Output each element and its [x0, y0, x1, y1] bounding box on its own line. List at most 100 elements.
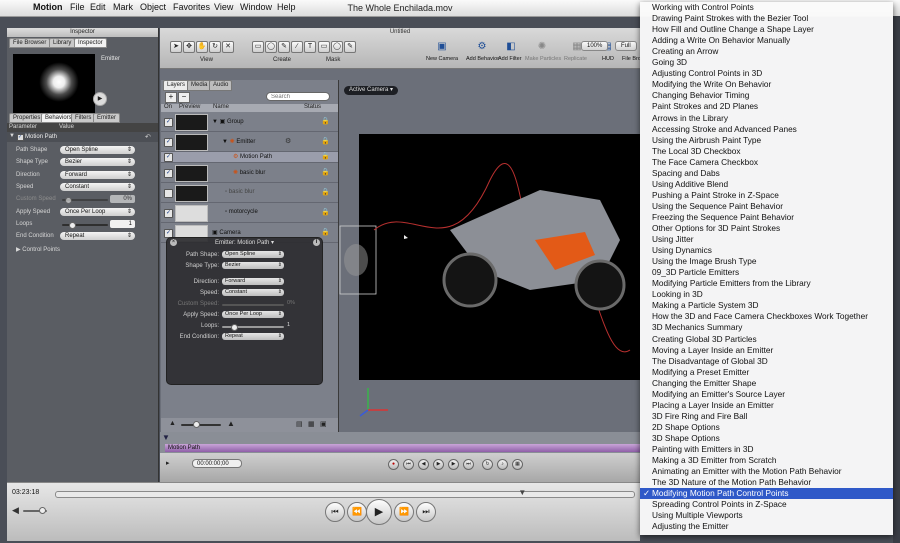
hud-title[interactable]: Emitter: Motion Path ▾	[167, 239, 322, 246]
disclosure-triangle-icon[interactable]: ▼	[212, 119, 220, 125]
render-quality-popup[interactable]: Full	[615, 41, 637, 51]
hud-custom-speed-slider[interactable]	[222, 304, 284, 306]
menu-item[interactable]: Making a Particle System 3D	[640, 300, 893, 311]
direction-popup[interactable]: Forward	[60, 171, 135, 179]
reset-icon[interactable]: ↶	[145, 133, 151, 141]
menu-item[interactable]: Modifying an Emitter's Source Layer	[640, 389, 893, 400]
qt-play-button[interactable]: ▶	[366, 499, 392, 525]
add-behavior-icon[interactable]: ⚙	[475, 41, 489, 53]
menu-item[interactable]: Placing a Layer Inside an Emitter	[640, 400, 893, 411]
menu-app-name[interactable]: Motion	[33, 2, 63, 12]
axis-z-handle[interactable]	[359, 409, 369, 417]
select-tool-button[interactable]: ➤	[170, 41, 182, 53]
replicate-button[interactable]: Replicate	[564, 56, 587, 62]
menu-item[interactable]: 3D Mechanics Summary	[640, 322, 893, 333]
layer-enable-checkbox[interactable]: ✓	[164, 209, 173, 218]
menu-item[interactable]: Going 3D	[640, 57, 893, 68]
go-to-start-button[interactable]: ⏮	[403, 459, 414, 470]
behavior-gear-icon[interactable]: ⚙	[285, 137, 291, 145]
zoom-level-popup[interactable]: 100%	[581, 41, 609, 51]
menu-item[interactable]: Working with Control Points	[640, 2, 893, 13]
menu-mark[interactable]: Mark	[113, 2, 133, 12]
text-tool-button[interactable]: T	[304, 41, 316, 53]
menu-item[interactable]: Other Options for 3D Paint Strokes	[640, 223, 893, 234]
step-forward-button[interactable]: ▶	[448, 459, 459, 470]
loop-button[interactable]: ↻	[482, 459, 493, 470]
active-camera-popup[interactable]: Active Camera ▾	[344, 86, 399, 95]
menu-item[interactable]: Paint Strokes and 2D Planes	[640, 101, 893, 112]
menu-item[interactable]: Animating an Emitter with the Motion Pat…	[640, 466, 893, 477]
remove-layer-button[interactable]: −	[178, 92, 190, 103]
play-button[interactable]: ▶	[433, 459, 444, 470]
menu-item[interactable]: Creating Global 3D Particles	[640, 334, 893, 345]
file-browser-button[interactable]: File Bro	[622, 56, 641, 62]
layer-enable-checkbox[interactable]: ✓	[164, 118, 173, 127]
qt-go-to-start-button[interactable]: ⏮	[325, 502, 345, 522]
menu-item[interactable]: Creating an Arrow	[640, 46, 893, 57]
menu-item-selected[interactable]: ✓ Modifying Motion Path Control Points	[640, 488, 893, 500]
menu-item[interactable]: Modifying a Preset Emitter	[640, 367, 893, 378]
shape-type-popup[interactable]: Bezier	[60, 158, 135, 166]
view-toggle-button[interactable]: ▦	[512, 459, 523, 470]
tab-inspector[interactable]: Inspector	[74, 38, 107, 48]
hud-path-shape-popup[interactable]: Open Spline	[222, 251, 284, 258]
menu-item[interactable]: Adjusting Control Points in 3D	[640, 68, 893, 79]
hud-loops-slider-knob[interactable]	[231, 324, 238, 331]
menu-item[interactable]: Pushing a Paint Stroke in Z-Space	[640, 190, 893, 201]
menu-item[interactable]: Adding a Write On Behavior Manually	[640, 35, 893, 46]
add-filter-button[interactable]: Add Filter	[498, 56, 522, 62]
menu-item[interactable]: The Disadvantage of Global 3D	[640, 356, 893, 367]
menu-edit[interactable]: Edit	[90, 2, 106, 12]
add-behavior-button[interactable]: Add Behavior	[466, 56, 499, 62]
menu-item[interactable]: How Fill and Outline Change a Shape Laye…	[640, 24, 893, 35]
qt-go-to-end-button[interactable]: ⏭	[416, 502, 436, 522]
pan-tool-button[interactable]: ✋	[196, 41, 208, 53]
volume-slider-knob[interactable]	[39, 507, 46, 514]
section-enable-checkbox[interactable]: ✓	[17, 134, 24, 141]
tab-layers[interactable]: Layers	[163, 80, 190, 91]
speed-popup[interactable]: Constant	[60, 183, 135, 191]
mask-bezier-tool-button[interactable]: ✎	[344, 41, 356, 53]
menu-item[interactable]: 2D Shape Options	[640, 422, 893, 433]
hud-speed-popup[interactable]: Constant	[222, 289, 284, 296]
menu-item[interactable]: Changing the Emitter Shape	[640, 378, 893, 389]
add-layer-button[interactable]: +	[165, 92, 177, 103]
disclosure-triangle-icon[interactable]: ▼	[222, 139, 230, 145]
rotate-tool-button[interactable]: ↻	[209, 41, 221, 53]
menu-item[interactable]: 3D Fire Ring and Fire Ball	[640, 411, 893, 422]
loops-slider-knob[interactable]	[69, 222, 76, 229]
custom-speed-slider-knob[interactable]	[65, 197, 72, 204]
menu-item[interactable]: Using Multiple Viewports	[640, 510, 893, 521]
new-camera-icon[interactable]: ▣	[435, 41, 449, 53]
qt-fast-forward-button[interactable]: ⏩	[394, 502, 414, 522]
menu-item[interactable]: 3D Shape Options	[640, 433, 893, 444]
timecode-field[interactable]: 00:00:00;00	[192, 459, 242, 468]
menu-item[interactable]: Changing Behavior Timing	[640, 90, 893, 101]
menu-item[interactable]: Making a 3D Emitter from Scratch	[640, 455, 893, 466]
chapter-menu[interactable]: Working with Control Points Drawing Paint…	[640, 2, 893, 535]
disclosure-triangle-icon[interactable]: ▼	[9, 133, 15, 139]
menu-item[interactable]: Looking in 3D	[640, 289, 893, 300]
menu-item[interactable]: Using the Sequence Paint Behavior	[640, 201, 893, 212]
audio-button[interactable]: ♪	[497, 459, 508, 470]
menu-item[interactable]: Using Jitter	[640, 234, 893, 245]
layer-enable-checkbox[interactable]	[164, 189, 173, 198]
menu-item[interactable]: How the 3D and Face Camera Checkboxes Wo…	[640, 311, 893, 322]
menu-item[interactable]: The Local 3D Checkbox	[640, 146, 893, 157]
menu-item[interactable]: Drawing Paint Strokes with the Bezier To…	[640, 13, 893, 24]
thumbnail-size-slider-knob[interactable]	[193, 421, 200, 428]
mask-circle-tool-button[interactable]: ◯	[331, 41, 343, 53]
menu-item[interactable]: Adjusting the Emitter	[640, 521, 893, 532]
custom-speed-field[interactable]: 0%	[110, 195, 135, 203]
menu-file[interactable]: File	[70, 2, 85, 12]
record-button[interactable]: ●	[388, 459, 399, 470]
menu-item[interactable]: Painting with Emitters in 3D	[640, 444, 893, 455]
tab-media[interactable]: Media	[187, 80, 212, 91]
menu-item[interactable]: Arrows in the Library	[640, 113, 893, 124]
menu-item[interactable]: Spreading Control Points in Z-Space	[640, 499, 893, 510]
playhead-icon[interactable]: ▼	[162, 433, 170, 442]
tab-library[interactable]: Library	[49, 38, 76, 48]
rectangle-tool-button[interactable]: ▭	[252, 41, 264, 53]
quicktime-playhead-icon[interactable]: ▼	[518, 488, 526, 497]
hud-direction-popup[interactable]: Forward	[222, 278, 284, 285]
